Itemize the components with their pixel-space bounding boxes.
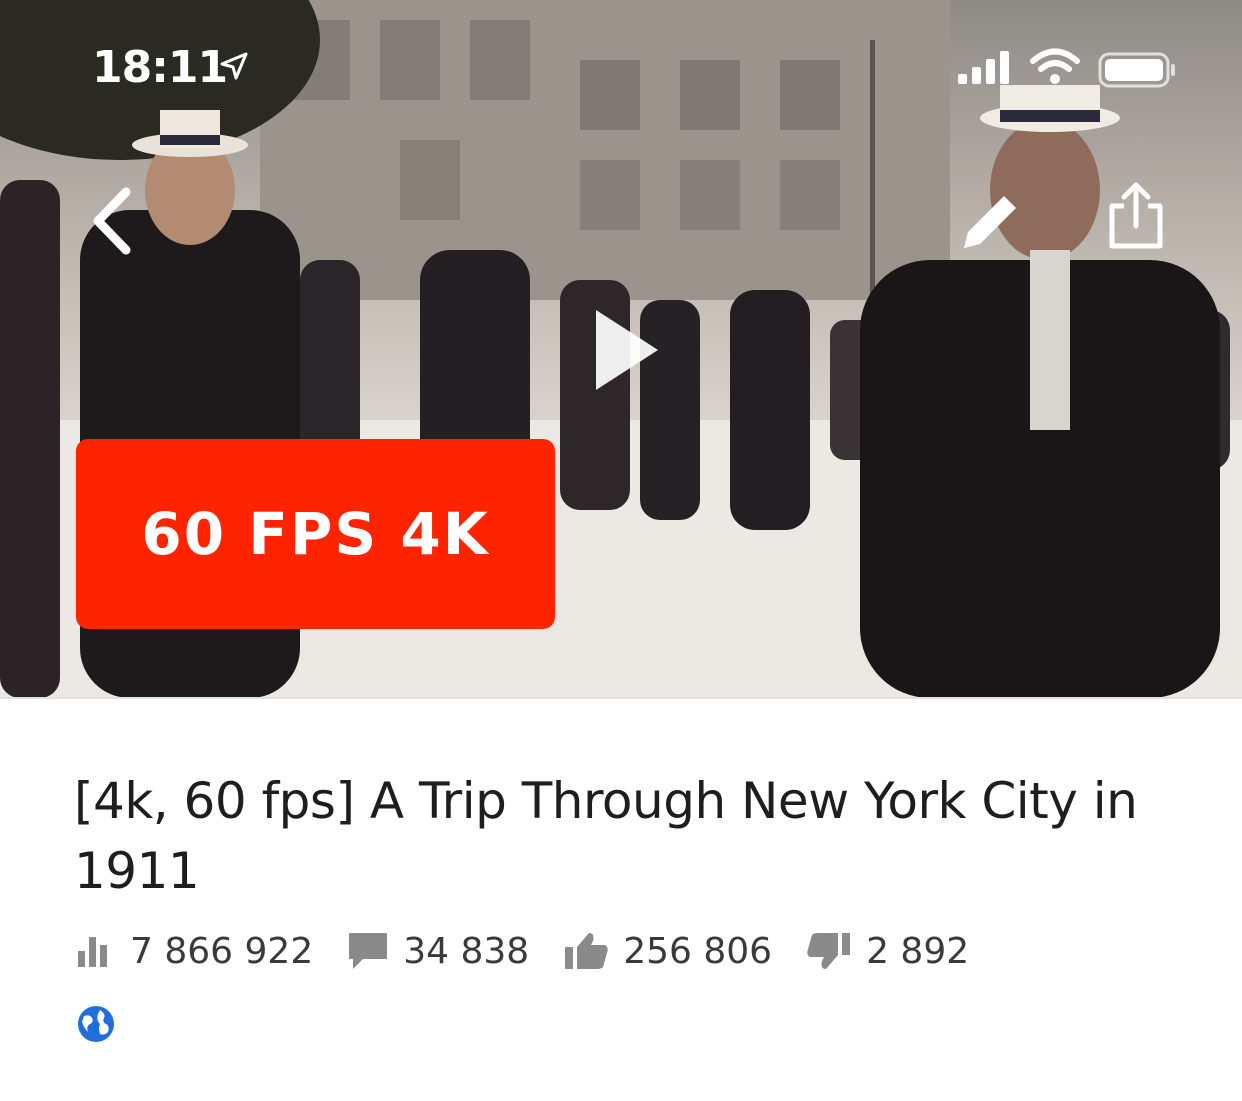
comments-count: 34 838 bbox=[403, 930, 530, 972]
globe-icon bbox=[78, 1006, 114, 1042]
dislikes-count: 2 892 bbox=[866, 930, 970, 972]
views-count: 7 866 922 bbox=[130, 930, 314, 972]
views-stat: 7 866 922 bbox=[76, 931, 313, 972]
views-bar-icon bbox=[78, 937, 107, 967]
share-icon bbox=[1109, 182, 1163, 249]
thumbs-up-icon bbox=[565, 933, 608, 969]
status-bar: 18:11 bbox=[0, 0, 1242, 140]
back-button[interactable] bbox=[86, 186, 146, 256]
pencil-icon bbox=[964, 196, 1016, 248]
status-time: 18:11 bbox=[92, 42, 228, 93]
back-chevron-icon bbox=[93, 187, 131, 255]
comment-icon bbox=[349, 933, 388, 969]
thumbs-down-icon bbox=[807, 933, 851, 969]
comments-stat[interactable]: 34 838 bbox=[347, 931, 529, 972]
battery-icon bbox=[1098, 52, 1175, 88]
share-button[interactable] bbox=[1104, 180, 1168, 252]
likes-stat[interactable]: 256 806 bbox=[563, 931, 772, 972]
play-button[interactable] bbox=[590, 306, 662, 394]
quality-badge: 60 FPS 4K bbox=[76, 439, 555, 629]
signal-icon bbox=[958, 51, 1009, 84]
edit-button[interactable] bbox=[956, 186, 1026, 256]
play-icon bbox=[596, 310, 658, 390]
likes-count: 256 806 bbox=[623, 930, 773, 972]
video-stats: 7 866 922 34 838 256 806 2 892 bbox=[76, 926, 1003, 976]
location-arrow-icon bbox=[220, 52, 248, 80]
divider bbox=[0, 697, 1242, 699]
quality-badge-label: 60 FPS 4K bbox=[141, 500, 490, 568]
video-thumbnail[interactable]: 18:11 60 FPS 4K bbox=[0, 0, 1242, 698]
video-title: [4k, 60 fps] A Trip Through New York Cit… bbox=[74, 772, 1138, 900]
wifi-icon bbox=[1030, 48, 1080, 84]
dislikes-stat[interactable]: 2 892 bbox=[806, 931, 969, 972]
